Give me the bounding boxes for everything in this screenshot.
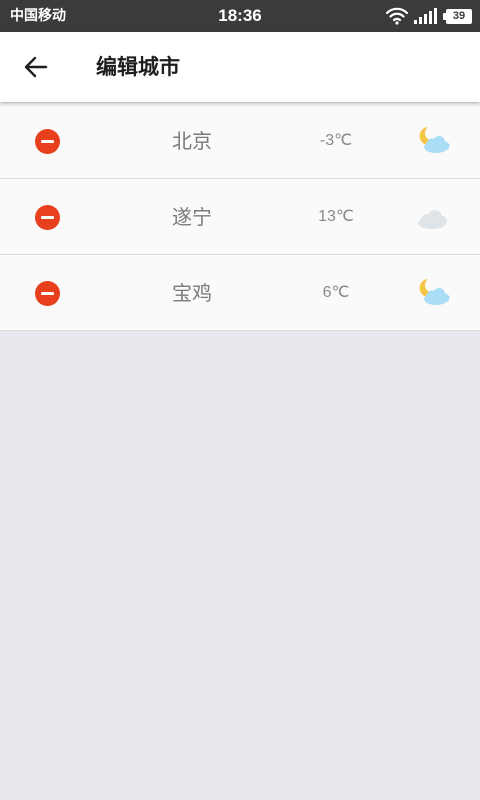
city-name: 遂宁 [172, 205, 212, 229]
app-header: 编辑城市 [0, 32, 480, 102]
battery-icon: 39 [443, 8, 472, 24]
city-temperature: -3℃ [319, 132, 353, 149]
city-row: 宝鸡 6℃ [0, 255, 480, 331]
city-temperature: 13℃ [318, 208, 354, 225]
city-row: 遂宁 13℃ [0, 179, 480, 255]
city-list: 北京 -3℃ 遂宁 13℃ 宝鸡 6℃ [0, 103, 480, 331]
cloud-icon [418, 210, 447, 229]
moon-cloud-icon [419, 279, 450, 305]
city-name: 北京 [172, 129, 212, 153]
status-bar: 中国移动 18:36 39 [0, 0, 480, 32]
city-name: 宝鸡 [172, 281, 212, 305]
remove-city-button[interactable] [35, 129, 60, 154]
wifi-icon [386, 7, 408, 25]
back-button[interactable] [16, 49, 56, 85]
signal-icon [414, 8, 437, 24]
status-indicators: 39 [386, 6, 472, 26]
city-row: 北京 -3℃ [0, 103, 480, 179]
remove-city-button[interactable] [35, 281, 60, 306]
city-temperature: 6℃ [322, 284, 350, 301]
page-title: 编辑城市 [96, 55, 180, 79]
arrow-left-icon [24, 56, 48, 78]
moon-cloud-icon [419, 127, 450, 153]
remove-city-button[interactable] [35, 205, 60, 230]
battery-level: 39 [452, 9, 466, 22]
